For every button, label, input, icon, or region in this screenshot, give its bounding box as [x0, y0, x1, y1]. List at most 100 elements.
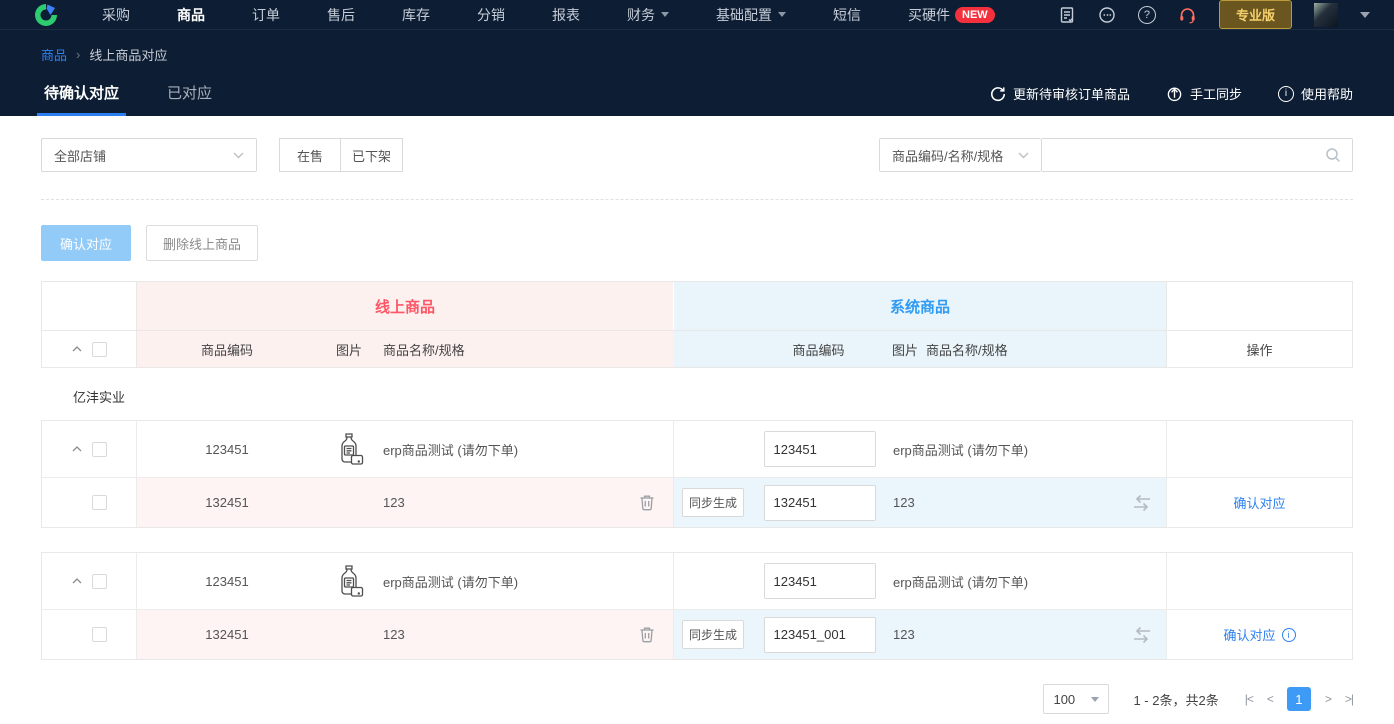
collapse-caret-icon[interactable] — [72, 578, 82, 584]
sys-code-input[interactable] — [763, 431, 876, 467]
online-code: 123451 — [205, 573, 249, 589]
current-page-button[interactable]: 1 — [1286, 687, 1311, 711]
nav-label: 分销 — [477, 6, 505, 23]
nav-label: 售后 — [327, 6, 355, 23]
sys-code-input[interactable] — [763, 484, 876, 521]
search-icon[interactable] — [1314, 147, 1352, 163]
collapse-caret-icon[interactable] — [72, 446, 82, 452]
new-badge: NEW — [955, 6, 995, 23]
nav-item-purchase[interactable]: 采购 — [102, 5, 130, 25]
trash-icon[interactable] — [639, 494, 655, 511]
row-checkbox[interactable] — [91, 441, 107, 457]
update-link-label: 更新待审核订单商品 — [1012, 87, 1130, 102]
manual-sync-link[interactable]: 手工同步 — [1166, 84, 1242, 103]
row-select-cell — [42, 553, 136, 609]
operation-cell — [1166, 421, 1352, 477]
sys-code-cell — [752, 484, 887, 521]
question-glyph: ? — [1143, 8, 1151, 21]
delete-row-icon-wrap — [621, 494, 673, 511]
nav-item-orders[interactable]: 订单 — [252, 5, 280, 25]
caret-down-icon — [1091, 696, 1100, 702]
nav-item-distribution[interactable]: 分销 — [477, 5, 505, 25]
nav-item-settings[interactable]: 基础配置 — [716, 5, 786, 25]
question-icon[interactable]: ? — [1137, 5, 1156, 24]
row-checkbox[interactable] — [91, 627, 107, 642]
headset-icon[interactable] — [1178, 6, 1197, 24]
shop-select[interactable]: 全部店铺 — [41, 138, 257, 172]
select-all-checkbox[interactable] — [91, 341, 107, 357]
off-sale-button[interactable]: 已下架 — [341, 138, 403, 172]
shop-select-value: 全部店铺 — [54, 148, 107, 164]
swap-icon[interactable] — [1131, 626, 1153, 644]
online-name: erp商品测试 (请勿下单) — [383, 442, 519, 458]
nav-label: 报表 — [552, 6, 580, 23]
last-page-button[interactable]: >| — [1345, 692, 1354, 706]
prev-page-button[interactable]: < — [1267, 692, 1274, 706]
chevron-down-icon — [233, 152, 244, 158]
online-code: 123451 — [205, 441, 249, 457]
header-select-cell — [42, 282, 136, 330]
nav-item-finance[interactable]: 财务 — [627, 5, 669, 25]
pro-version-button[interactable]: 专业版 — [1218, 0, 1292, 29]
sys-code-input[interactable] — [763, 563, 876, 599]
on-sale-button[interactable]: 在售 — [279, 138, 341, 172]
product-image-icon[interactable] — [317, 564, 381, 598]
nav-item-sms[interactable]: 短信 — [833, 5, 861, 25]
help-link[interactable]: i 使用帮助 — [1277, 84, 1353, 103]
search-input[interactable] — [1042, 139, 1314, 171]
document-icon[interactable] — [1058, 6, 1076, 24]
nav-label: 买硬件 — [908, 6, 950, 23]
chat-icon[interactable] — [1098, 6, 1116, 24]
col-sys-name: 商品名称/规格 — [926, 342, 1008, 358]
info-icon[interactable]: i — [1281, 627, 1296, 642]
operation-cell: 确认对应 — [1166, 478, 1352, 527]
first-page-button[interactable]: |< — [1245, 692, 1254, 706]
online-columns: 商品编码 图片 商品名称/规格 — [136, 331, 673, 367]
user-avatar[interactable] — [1314, 2, 1338, 27]
nav-item-reports[interactable]: 报表 — [552, 5, 580, 25]
next-page-button[interactable]: > — [1325, 692, 1332, 706]
main-row: 123451 erp商品测试 (请勿下单) erp商品测试 (请勿下单) — [42, 421, 1352, 477]
dashed-divider — [41, 199, 1353, 200]
nav-item-inventory[interactable]: 库存 — [402, 5, 430, 25]
system-columns: 商品编码 图片 商品名称/规格 — [673, 331, 1166, 367]
search-type-select[interactable]: 商品编码/名称/规格 — [879, 138, 1041, 172]
nav-label: 库存 — [402, 6, 430, 23]
online-name: erp商品测试 (请勿下单) — [383, 574, 519, 590]
confirm-match-button[interactable]: 确认对应 — [41, 225, 131, 261]
swap-icon[interactable] — [1131, 494, 1153, 512]
sync-generate-button[interactable]: 同步生成 — [681, 488, 744, 517]
nav-label: 采购 — [102, 6, 130, 23]
product-image-icon[interactable] — [317, 432, 381, 466]
delete-online-goods-button[interactable]: 删除线上商品 — [146, 225, 258, 261]
page-size-select[interactable]: 100 — [1043, 684, 1110, 714]
sys-code-input[interactable] — [763, 616, 876, 653]
header-select-all-cell — [42, 331, 136, 367]
col-sys-pic: 图片 — [892, 342, 919, 358]
col-online-code: 商品编码 — [200, 342, 253, 358]
confirm-match-link[interactable]: 确认对应 — [1233, 493, 1285, 512]
system-sub-cells: 同步生成 123 — [673, 610, 1166, 659]
row-select-cell — [42, 478, 136, 527]
caret-spacer — [72, 500, 82, 506]
manual-sync-label: 手工同步 — [1189, 87, 1242, 102]
nav-item-hardware[interactable]: 买硬件 NEW — [908, 5, 995, 25]
sync-generate-button[interactable]: 同步生成 — [681, 620, 744, 649]
refresh-icon — [990, 86, 1006, 102]
update-pending-orders-link[interactable]: 更新待审核订单商品 — [990, 84, 1130, 103]
nav-item-goods[interactable]: 商品 — [177, 5, 205, 25]
row-checkbox[interactable] — [91, 573, 107, 589]
confirm-match-link[interactable]: 确认对应 i — [1223, 625, 1296, 644]
breadcrumb-parent[interactable]: 商品 — [41, 45, 67, 64]
user-menu-caret-icon[interactable] — [1360, 11, 1370, 18]
trash-icon[interactable] — [639, 626, 655, 643]
help-label: 使用帮助 — [1300, 87, 1353, 102]
sys-name: erp商品测试 (请勿下单) — [893, 574, 1029, 590]
collapse-caret-icon[interactable] — [72, 346, 82, 352]
tab-matched[interactable]: 已对应 — [164, 82, 215, 116]
nav-label: 财务 — [627, 6, 655, 23]
tab-pending-match[interactable]: 待确认对应 — [36, 82, 127, 116]
pagination-summary: 1 - 2条，共2条 — [1133, 692, 1219, 708]
nav-item-aftersale[interactable]: 售后 — [327, 5, 355, 25]
row-checkbox[interactable] — [91, 495, 107, 510]
